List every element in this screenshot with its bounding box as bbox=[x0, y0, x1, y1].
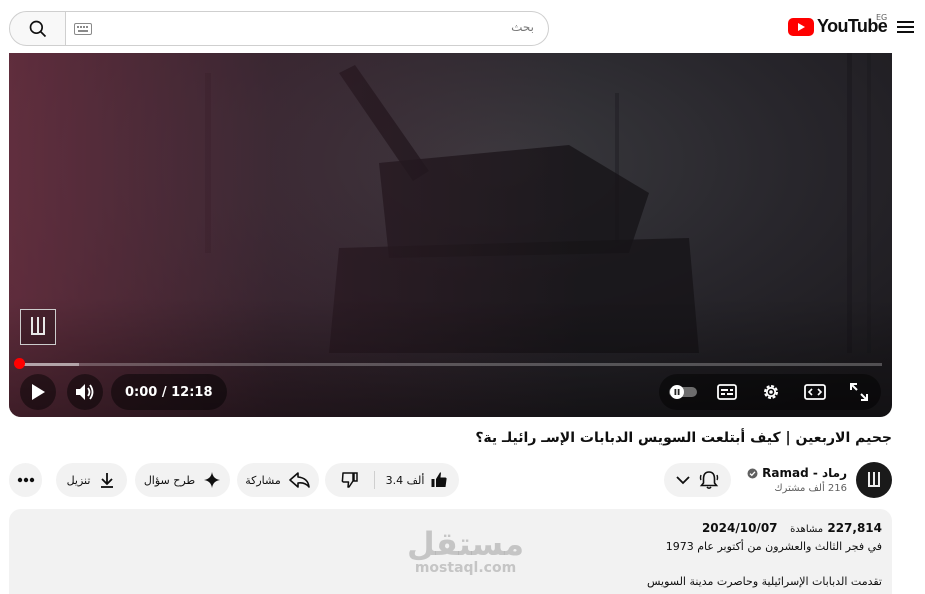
more-actions-button[interactable] bbox=[9, 463, 42, 497]
like-button[interactable]: 3.4 ألف bbox=[375, 463, 459, 497]
description-line: تقدمت الدبابات الإسرائيلية وحاصرت مدينة … bbox=[646, 575, 882, 588]
progress-buffered bbox=[19, 363, 80, 366]
subscribe-notifications-button[interactable] bbox=[664, 463, 731, 497]
sparkle-icon bbox=[204, 472, 221, 488]
video-player[interactable]: 0:00 / 12:18 bbox=[9, 53, 892, 417]
theater-mode-button[interactable] bbox=[797, 374, 833, 410]
ask-label: طرح سؤال bbox=[143, 473, 196, 487]
hamburger-menu-icon[interactable] bbox=[897, 20, 914, 34]
keyboard-icon[interactable] bbox=[74, 23, 92, 35]
autoplay-toggle[interactable] bbox=[668, 374, 700, 410]
channel-name[interactable]: رماد - Ramad bbox=[747, 466, 847, 480]
more-dots-icon bbox=[17, 477, 34, 483]
watermark-latin: mostaql.com bbox=[414, 560, 517, 576]
settings-gear-icon bbox=[764, 385, 778, 399]
search-input[interactable]: بحث bbox=[66, 11, 549, 46]
like-dislike-group: 3.4 ألف bbox=[325, 463, 459, 497]
thumbs-down-icon bbox=[341, 472, 358, 488]
top-header: بحث YouTube EG bbox=[0, 0, 925, 56]
share-icon bbox=[288, 472, 310, 488]
channel-avatar[interactable] bbox=[856, 462, 892, 498]
dislike-button[interactable] bbox=[325, 463, 374, 497]
search-icon bbox=[29, 20, 46, 37]
download-label: تنزيل bbox=[66, 473, 91, 487]
progress-scrubber-handle[interactable] bbox=[14, 358, 25, 369]
views-label: مشاهدة bbox=[790, 524, 824, 535]
share-label: مشاركة bbox=[245, 473, 281, 487]
progress-bar[interactable] bbox=[19, 363, 882, 366]
volume-button[interactable] bbox=[67, 374, 103, 410]
bell-icon bbox=[699, 471, 718, 490]
right-controls bbox=[659, 374, 881, 410]
download-button[interactable]: تنزيل bbox=[56, 463, 127, 497]
ask-question-button[interactable]: طرح سؤال bbox=[135, 463, 230, 497]
ramad-logo-icon bbox=[20, 309, 56, 345]
publish-date: 2024/10/07 bbox=[701, 521, 778, 535]
channel-text: رماد - Ramad 216 ألف مشترك bbox=[747, 466, 847, 494]
settings-button[interactable] bbox=[753, 374, 789, 410]
search-bar: بحث bbox=[9, 11, 549, 46]
search-button[interactable] bbox=[9, 11, 66, 46]
share-button[interactable]: مشاركة bbox=[237, 463, 319, 497]
youtube-play-logo-icon bbox=[788, 17, 814, 36]
verified-check-icon bbox=[747, 468, 758, 478]
chevron-down-icon bbox=[675, 475, 690, 484]
fullscreen-icon bbox=[850, 383, 868, 401]
play-button[interactable] bbox=[20, 374, 56, 410]
region-code: EG bbox=[876, 13, 888, 22]
theater-mode-icon bbox=[804, 384, 826, 400]
time-display: 0:00 / 12:18 bbox=[111, 374, 227, 410]
download-icon bbox=[101, 473, 114, 488]
watermark-arabic: مستقل bbox=[407, 525, 525, 563]
channel-name-text: رماد - Ramad bbox=[762, 466, 847, 480]
like-count: 3.4 ألف bbox=[385, 473, 425, 487]
volume-icon bbox=[76, 384, 94, 400]
play-icon bbox=[32, 384, 45, 400]
ramad-logo-icon bbox=[868, 472, 880, 487]
captions-icon bbox=[717, 384, 737, 400]
description-line: في فجر الثالث والعشرون من أكتوبر عام 197… bbox=[665, 540, 882, 553]
fullscreen-button[interactable] bbox=[841, 374, 877, 410]
search-placeholder: بحث bbox=[511, 20, 534, 34]
subscriber-count: 216 ألف مشترك bbox=[774, 483, 847, 494]
youtube-logo[interactable]: YouTube bbox=[788, 16, 888, 37]
video-title: جحيم الاربعين | كيف أبتلعت السويس الدباب… bbox=[475, 430, 892, 446]
description-box[interactable]: 227,814 مشاهدة 2024/10/07 في فجر الثالث … bbox=[9, 509, 892, 594]
description-stats: 227,814 مشاهدة 2024/10/07 bbox=[702, 521, 882, 535]
view-count: 227,814 bbox=[827, 521, 882, 535]
thumbs-up-icon bbox=[431, 472, 448, 487]
site-watermark: مستقل mostaql.com bbox=[407, 527, 524, 575]
channel-info: رماد - Ramad 216 ألف مشترك bbox=[747, 460, 892, 500]
captions-button[interactable] bbox=[709, 374, 745, 410]
